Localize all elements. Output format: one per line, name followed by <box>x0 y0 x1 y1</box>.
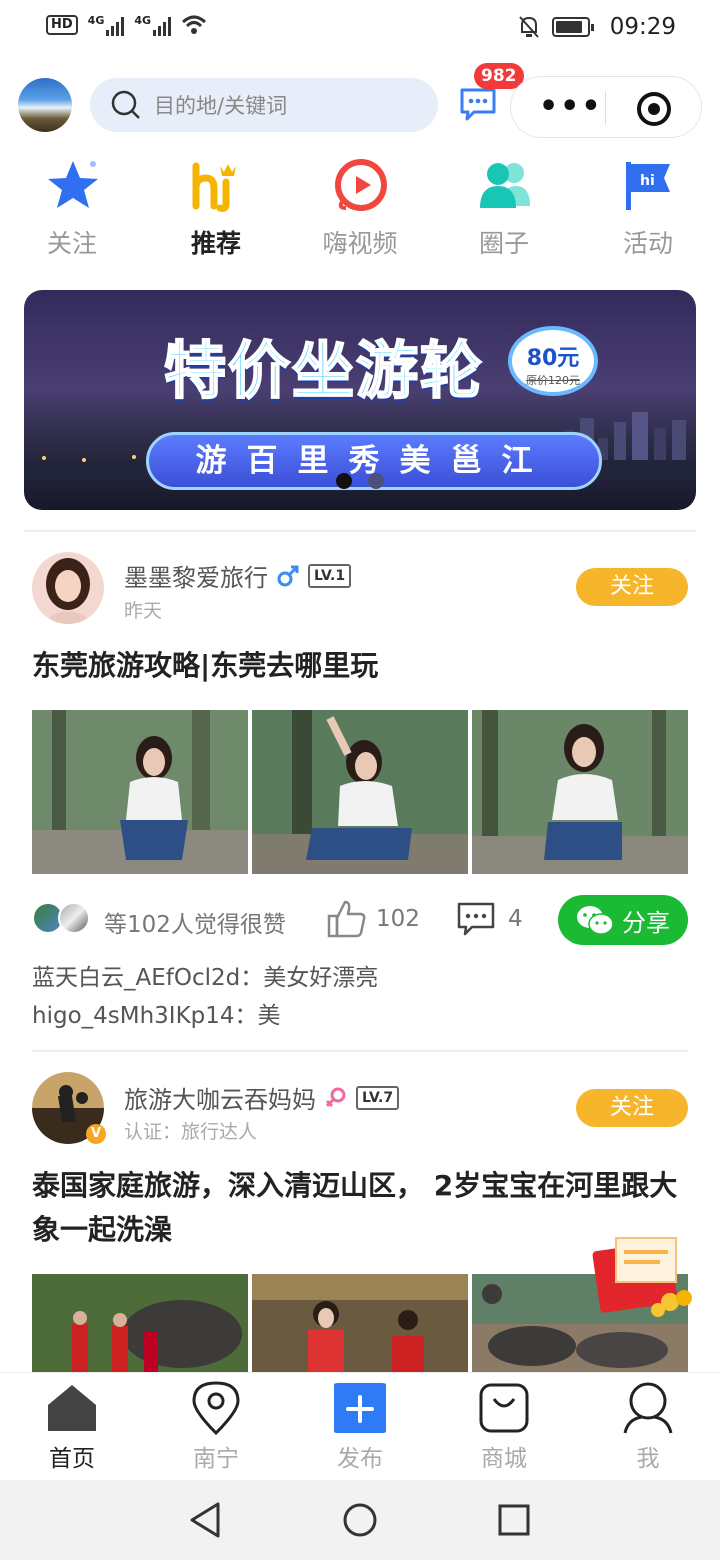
nav-home[interactable]: 首页 <box>0 1373 144 1481</box>
recents-icon[interactable] <box>496 1502 532 1538</box>
video-play-icon <box>335 159 387 211</box>
thumbs-up-icon <box>327 900 366 938</box>
female-icon <box>325 1087 346 1107</box>
author-line: 墨墨黎爱旅行 LV.1 <box>124 558 352 593</box>
network-indicators: HD 4G 4G <box>46 14 207 36</box>
tab-follow[interactable]: 关注 <box>0 152 144 262</box>
close-target-icon[interactable] <box>637 92 671 126</box>
bottom-nav: 首页 南宁 发布 商城 我 <box>0 1372 720 1480</box>
wifi-icon <box>182 15 207 34</box>
tab-video[interactable]: 嗨视频 <box>288 152 432 262</box>
carousel-dot[interactable] <box>368 473 384 489</box>
flag-icon: hi <box>626 162 670 210</box>
status-right: 09:29 <box>518 14 676 40</box>
signal-icon-2: 4G <box>134 14 172 36</box>
post-photo[interactable] <box>252 1274 468 1372</box>
message-icon[interactable] <box>458 84 498 124</box>
share-button[interactable]: 分享 <box>558 895 688 945</box>
mini-program-capsule: ••• <box>510 76 702 138</box>
home-icon <box>48 1385 96 1431</box>
home-circle-icon[interactable] <box>342 1502 378 1538</box>
shopping-bag-icon <box>479 1383 529 1433</box>
level-badge: LV.1 <box>308 563 352 588</box>
nav-publish[interactable]: 发布 <box>288 1373 432 1481</box>
hd-badge: HD <box>46 15 78 35</box>
post-photo[interactable] <box>32 1274 248 1372</box>
promo-banner[interactable]: 特价坐游轮 80元 原价120元 游百里秀美邕江 <box>24 290 696 510</box>
nav-mall[interactable]: 商城 <box>432 1373 576 1481</box>
follow-button[interactable]: 关注 <box>576 568 688 606</box>
author-certification: 认证：旅行达人 <box>124 1121 258 1143</box>
status-bar: HD 4G 4G 09:29 <box>0 0 720 60</box>
author-name[interactable]: 墨墨黎爱旅行 <box>124 558 268 593</box>
post-photo[interactable] <box>32 710 248 874</box>
like-count: 102 <box>376 906 420 932</box>
nav-city[interactable]: 南宁 <box>144 1373 288 1481</box>
section-divider <box>24 530 696 532</box>
clock: 09:29 <box>609 14 676 40</box>
banner-title: 特价坐游轮 <box>163 333 485 408</box>
message-count-badge: 982 <box>474 63 524 89</box>
carousel-dot-active[interactable] <box>336 473 352 489</box>
author-name[interactable]: 旅游大咖云吞妈妈 <box>124 1080 316 1115</box>
group-icon <box>480 163 530 208</box>
user-icon <box>623 1382 673 1434</box>
verified-badge: V <box>86 1124 106 1144</box>
comment-line[interactable]: 蓝天白云_AEfOcl2d：美女好漂亮 <box>32 958 378 992</box>
comment-line[interactable]: higo_4sMh3IKp14：美 <box>32 996 281 1030</box>
author-avatar[interactable] <box>32 552 104 624</box>
back-icon[interactable] <box>188 1502 224 1538</box>
more-options-icon[interactable]: ••• <box>539 92 603 122</box>
post-divider <box>32 1050 688 1052</box>
capsule-divider <box>605 91 606 125</box>
post-title[interactable]: 东莞旅游攻略|东莞去哪里玩 <box>32 644 692 688</box>
system-nav-bar <box>0 1480 720 1560</box>
male-icon <box>277 565 299 586</box>
likes-summary: 等102人觉得很赞 <box>104 912 286 938</box>
share-label: 分享 <box>622 908 670 937</box>
wechat-icon <box>577 906 614 935</box>
level-badge: LV.7 <box>356 1085 400 1110</box>
star-icon <box>48 161 98 208</box>
plus-icon <box>334 1383 386 1433</box>
mute-bell-icon <box>518 16 539 38</box>
price-bubble: 80元 原价120元 <box>508 326 598 396</box>
battery-icon <box>551 17 594 37</box>
comment-count: 4 <box>508 906 523 932</box>
liker-avatar <box>58 902 90 934</box>
tab-activity[interactable]: hi 活动 <box>576 152 720 262</box>
search-icon <box>111 90 140 119</box>
follow-button[interactable]: 关注 <box>576 1089 688 1127</box>
location-pin-icon <box>192 1381 240 1435</box>
liker-avatars[interactable] <box>32 902 90 934</box>
post-photo[interactable] <box>472 710 688 874</box>
search-placeholder: 目的地/关键词 <box>154 94 288 118</box>
tab-circle[interactable]: 圈子 <box>432 152 576 262</box>
comment-icon <box>457 902 495 936</box>
comment-button[interactable]: 4 <box>456 900 523 938</box>
signal-icon: 4G <box>88 14 125 36</box>
author-line: 旅游大咖云吞妈妈 LV.7 <box>124 1080 400 1115</box>
red-packet-icon[interactable] <box>590 1236 698 1320</box>
like-button[interactable]: 102 <box>326 898 420 940</box>
user-avatar[interactable] <box>18 78 72 132</box>
search-bar[interactable]: 目的地/关键词 <box>90 78 438 132</box>
svg-text:hi: hi <box>640 173 655 189</box>
nav-me[interactable]: 我 <box>576 1373 720 1481</box>
hi-logo-icon <box>192 162 236 212</box>
tab-recommend[interactable]: 推荐 <box>144 152 288 262</box>
post-photo[interactable] <box>252 710 468 874</box>
post-time: 昨天 <box>124 600 163 622</box>
